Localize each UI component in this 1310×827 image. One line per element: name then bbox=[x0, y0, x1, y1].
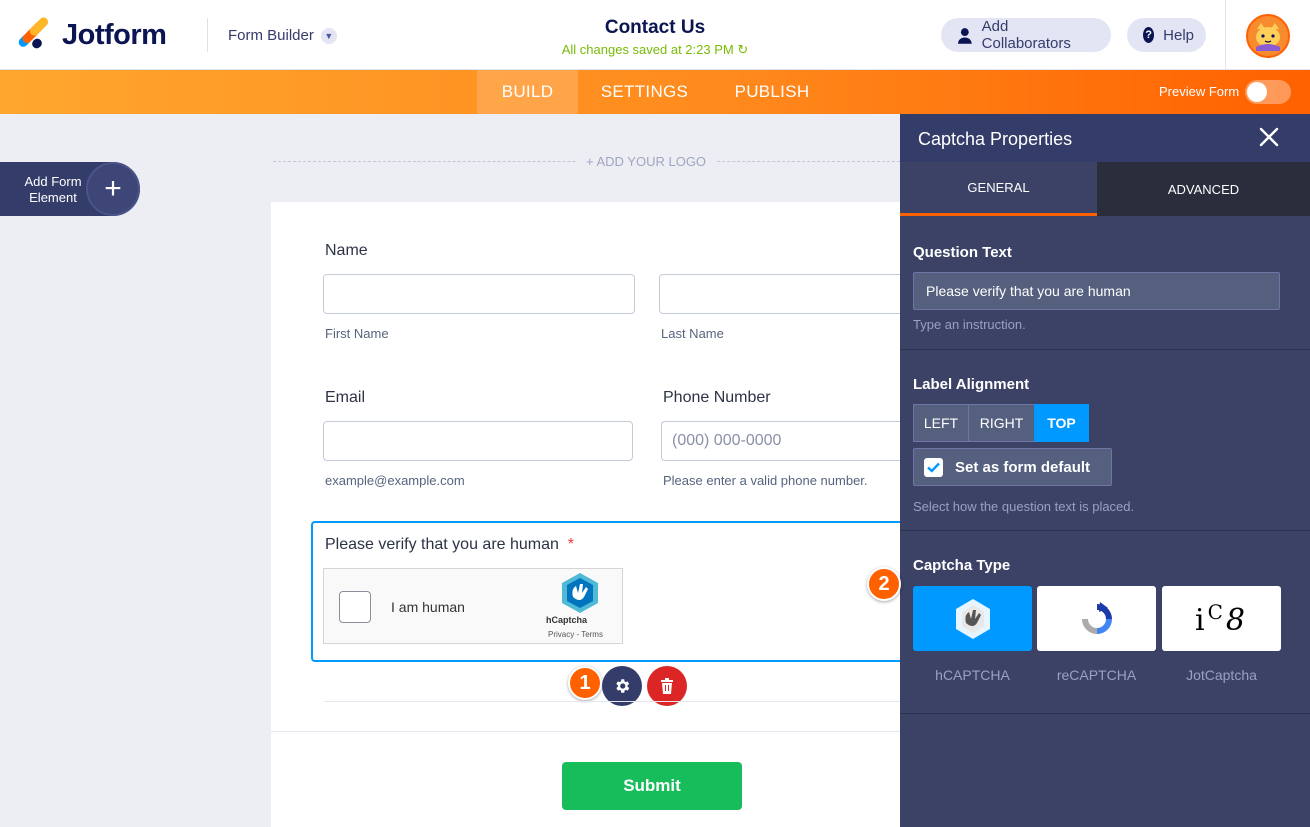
align-top-button[interactable]: TOP bbox=[1034, 404, 1089, 442]
panel-tabs: GENERAL ADVANCED bbox=[900, 162, 1310, 216]
question-text-input[interactable]: Please verify that you are human bbox=[913, 272, 1280, 310]
captcha-type-hcaptcha[interactable] bbox=[913, 586, 1032, 651]
preview-form-toggle[interactable] bbox=[1245, 80, 1291, 104]
question-text-hint: Type an instruction. bbox=[913, 317, 1026, 332]
section-divider bbox=[900, 713, 1310, 714]
phone-sublabel: Please enter a valid phone number. bbox=[663, 473, 868, 488]
phone-input[interactable]: (000) 000-0000 bbox=[661, 421, 921, 461]
add-collaborators-button[interactable]: Add Collaborators bbox=[941, 18, 1111, 52]
first-name-input[interactable] bbox=[323, 274, 635, 314]
recaptcha-label: reCAPTCHA bbox=[1056, 667, 1137, 683]
step-badge-2: 2 bbox=[867, 567, 901, 601]
chevron-down-icon: ▼ bbox=[320, 27, 337, 44]
gear-icon bbox=[616, 679, 630, 693]
form-divider bbox=[324, 701, 900, 702]
label-alignment-title: Label Alignment bbox=[913, 376, 1030, 393]
align-right-button[interactable]: RIGHT bbox=[968, 404, 1035, 442]
first-name-sublabel: First Name bbox=[325, 326, 389, 341]
form-title[interactable]: Contact Us bbox=[520, 17, 790, 39]
jotcaptcha-sample: iC8 bbox=[1194, 599, 1248, 638]
brand-name: Jotform bbox=[62, 18, 167, 51]
avatar-cat-icon bbox=[1256, 23, 1280, 51]
tab-publish[interactable]: PUBLISH bbox=[722, 70, 822, 114]
form-title-area: Contact Us All changes saved at 2:23 PM … bbox=[520, 17, 790, 58]
tab-advanced[interactable]: ADVANCED bbox=[1097, 162, 1310, 216]
toggle-knob bbox=[1247, 82, 1267, 102]
question-text-title: Question Text bbox=[913, 244, 1012, 261]
captcha-question-text: Please verify that you are human bbox=[325, 536, 559, 553]
last-name-sublabel: Last Name bbox=[661, 326, 724, 341]
jotform-logo-icon bbox=[16, 15, 50, 52]
email-input[interactable] bbox=[323, 421, 633, 461]
set-form-default-label: Set as form default bbox=[955, 458, 1091, 476]
top-header: Jotform Form Builder ▼ Contact Us All ch… bbox=[0, 0, 1310, 70]
panel-title: Captcha Properties bbox=[918, 129, 1073, 149]
tab-general[interactable]: GENERAL bbox=[900, 162, 1097, 216]
builder-nav: BUILD SETTINGS PUBLISH Preview Form bbox=[0, 70, 1310, 114]
hcaptcha-icon bbox=[955, 598, 990, 639]
submit-section-divider bbox=[271, 731, 900, 732]
last-name-input[interactable] bbox=[659, 274, 919, 314]
close-icon[interactable] bbox=[1258, 126, 1280, 148]
add-form-element-label: Add Form Element bbox=[24, 174, 82, 205]
tab-settings[interactable]: SETTINGS bbox=[589, 70, 700, 114]
help-icon: ? bbox=[1143, 27, 1155, 43]
add-collaborators-label: Add Collaborators bbox=[981, 18, 1071, 52]
field-settings-button[interactable] bbox=[602, 666, 642, 706]
section-divider bbox=[900, 530, 1310, 531]
email-sublabel: example@example.com bbox=[325, 473, 465, 488]
name-label: Name bbox=[325, 242, 368, 259]
form-builder-label: Form Builder bbox=[228, 27, 314, 44]
captcha-question: Please verify that you are human * bbox=[325, 536, 574, 554]
section-divider bbox=[900, 349, 1310, 350]
add-form-element-button[interactable]: Add Form Element + bbox=[0, 162, 140, 216]
label-alignment-hint: Select how the question text is placed. bbox=[913, 499, 1135, 514]
email-label: Email bbox=[325, 389, 366, 406]
phone-label: Phone Number bbox=[663, 389, 771, 406]
captcha-properties-panel: Captcha Properties GENERAL ADVANCED Ques… bbox=[867, 114, 1310, 827]
user-icon bbox=[957, 27, 972, 44]
tab-build[interactable]: BUILD bbox=[477, 70, 578, 114]
form-builder-menu[interactable]: Form Builder ▼ bbox=[228, 27, 337, 44]
hcaptcha-label: hCAPTCHA bbox=[935, 667, 1010, 683]
hcaptcha-logo-icon bbox=[562, 573, 598, 613]
checkmark-icon bbox=[924, 457, 943, 477]
hcaptcha-terms-link[interactable]: Privacy - Terms bbox=[548, 630, 603, 639]
form-card: Name First Name Last Name Email Phone Nu… bbox=[271, 202, 921, 827]
hcaptcha-widget: I am human hCaptcha Privacy - Terms bbox=[323, 568, 623, 644]
submit-button[interactable]: Submit bbox=[562, 762, 742, 810]
step-badge-1: 1 bbox=[568, 666, 602, 700]
hcaptcha-checkbox-text: I am human bbox=[391, 599, 465, 615]
avatar[interactable] bbox=[1246, 14, 1290, 58]
captcha-type-jotcaptcha[interactable]: iC8 bbox=[1162, 586, 1281, 651]
field-delete-button[interactable] bbox=[647, 666, 687, 706]
align-left-button[interactable]: LEFT bbox=[913, 404, 969, 442]
header-divider bbox=[207, 18, 208, 52]
plus-icon: + bbox=[86, 162, 140, 216]
panel-header: Captcha Properties bbox=[900, 114, 1310, 162]
trash-icon bbox=[661, 678, 673, 694]
preview-form-label: Preview Form bbox=[1159, 84, 1240, 99]
required-mark: * bbox=[567, 536, 575, 553]
phone-placeholder: (000) 000-0000 bbox=[672, 432, 782, 449]
hcaptcha-brand: hCaptcha bbox=[546, 615, 588, 625]
add-logo-link[interactable]: + ADD YOUR LOGO bbox=[576, 154, 717, 169]
help-button[interactable]: ? Help bbox=[1127, 18, 1206, 52]
header-divider-right bbox=[1225, 0, 1226, 70]
refresh-icon: ↻ bbox=[737, 42, 749, 57]
captcha-type-title: Captcha Type bbox=[913, 557, 1011, 574]
jotform-logo[interactable]: Jotform bbox=[16, 15, 167, 52]
save-status: All changes saved at 2:23 PM ↻ bbox=[520, 42, 790, 58]
recaptcha-icon bbox=[1081, 601, 1112, 634]
hcaptcha-checkbox[interactable] bbox=[339, 591, 371, 623]
set-form-default-checkbox[interactable]: Set as form default bbox=[913, 448, 1112, 486]
jotcaptcha-label: JotCaptcha bbox=[1186, 667, 1257, 683]
captcha-type-recaptcha[interactable] bbox=[1037, 586, 1156, 651]
help-label: Help bbox=[1163, 26, 1194, 44]
save-status-text: All changes saved at 2:23 PM bbox=[561, 42, 734, 57]
